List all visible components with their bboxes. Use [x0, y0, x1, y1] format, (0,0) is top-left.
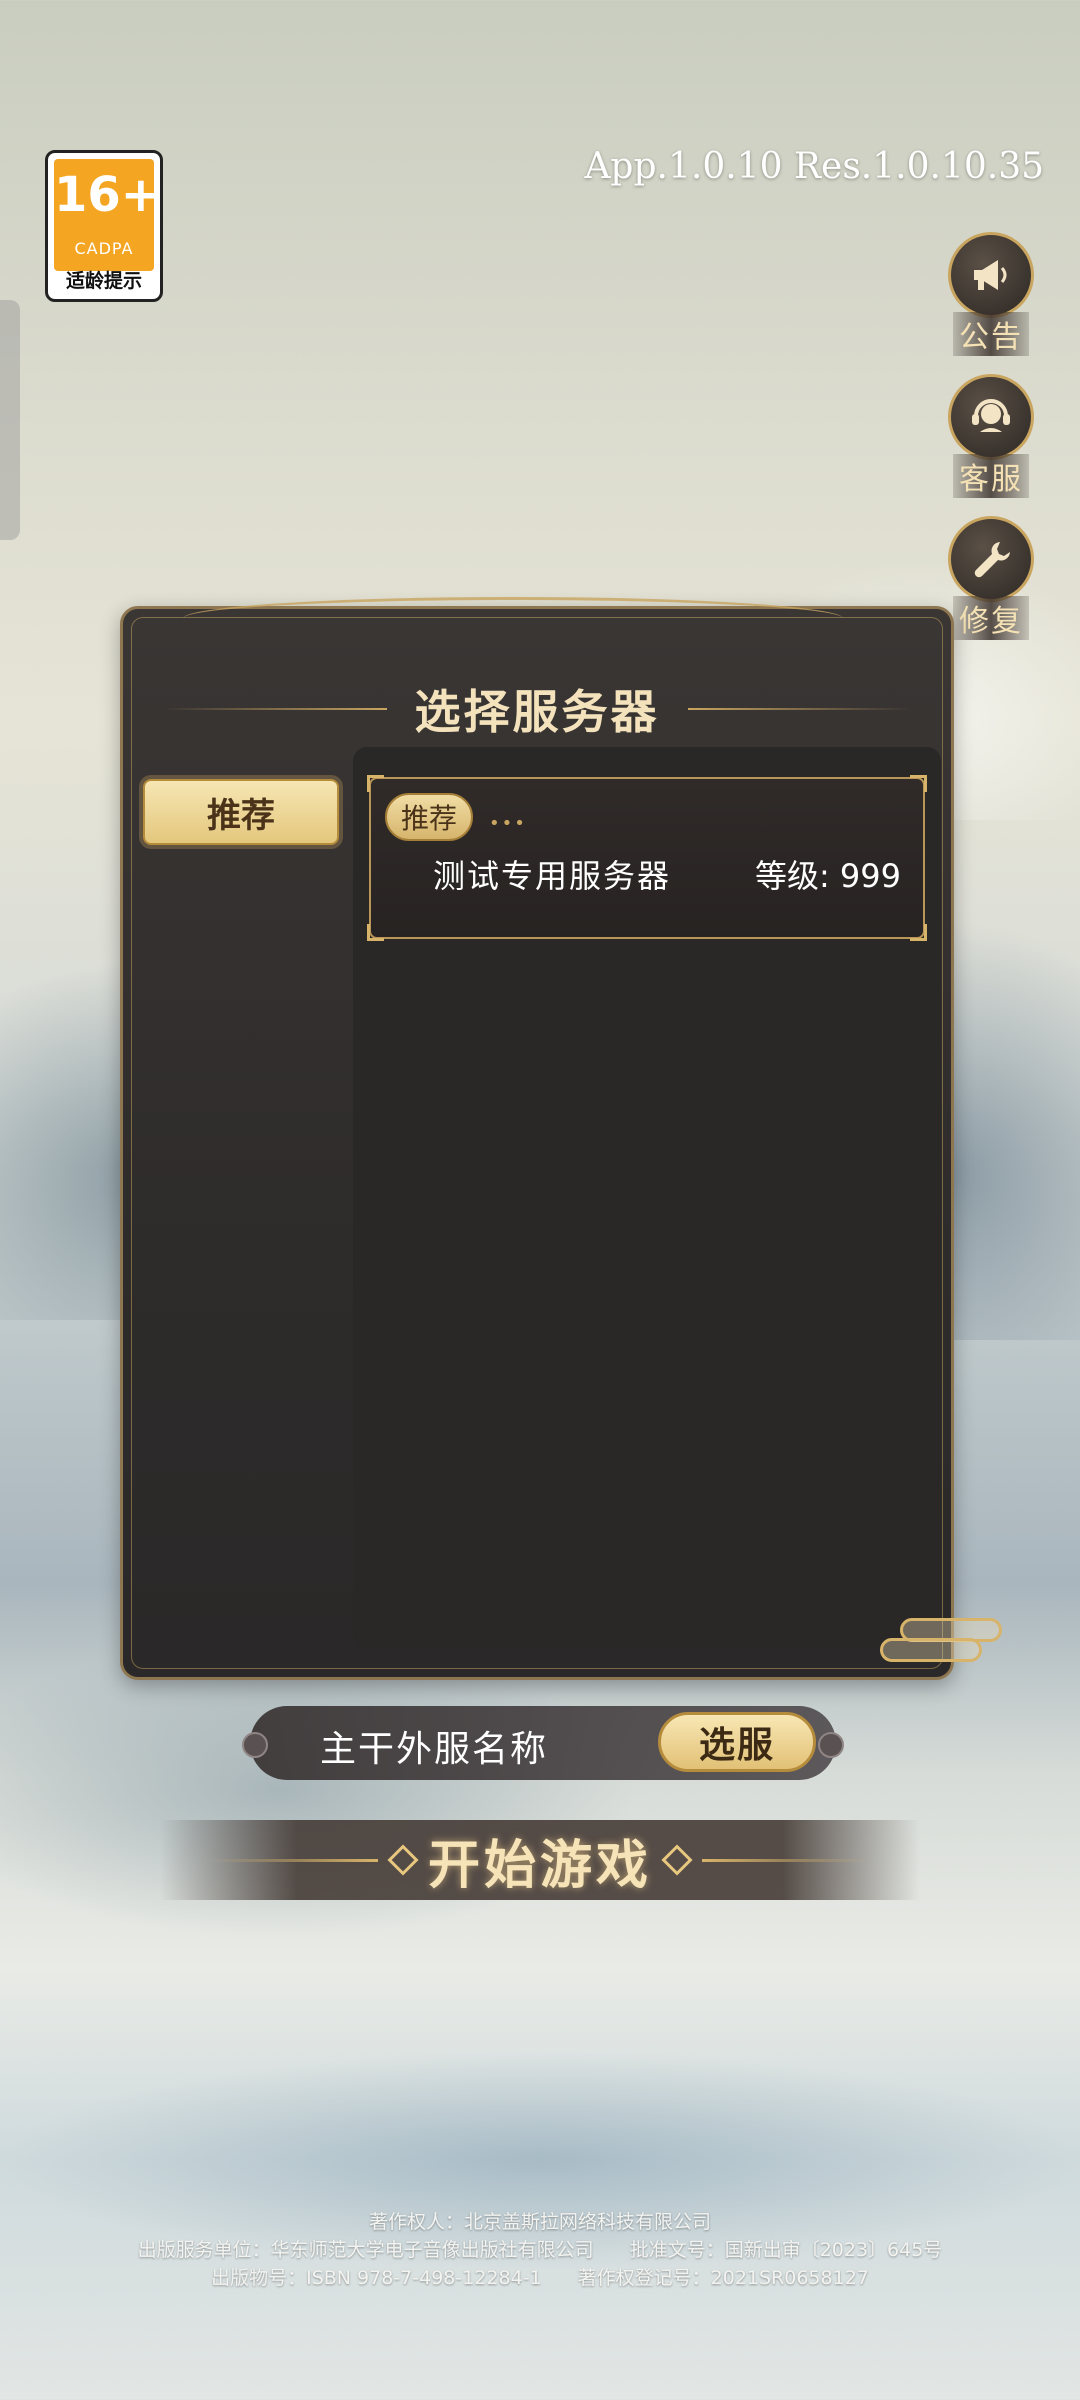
repair-button[interactable]: 修复 — [946, 516, 1036, 640]
server-list[interactable]: 推荐 ••• 测试专用服务器 等级: 999 — [353, 747, 941, 1647]
age-rating-badge[interactable]: 16+ CADPA 适龄提示 — [45, 150, 163, 302]
server-name: 测试专用服务器 — [433, 857, 672, 895]
tab-recommend[interactable]: 推荐 — [143, 779, 339, 845]
server-recommend-tag: 推荐 — [385, 793, 474, 841]
diamond-icon — [387, 1844, 419, 1876]
server-item[interactable]: 推荐 ••• 测试专用服务器 等级: 999 — [367, 775, 927, 941]
version-text: App.1.0.10 Res.1.0.10.35 — [584, 146, 1044, 187]
headset-icon — [948, 374, 1034, 460]
age-rating-box: 16+ CADPA — [54, 159, 162, 271]
server-level: 等级: 999 — [754, 857, 901, 895]
megaphone-icon — [948, 232, 1034, 318]
repair-label: 修复 — [953, 596, 1029, 640]
footer-line-2: 出版服务单位：华东师范大学电子音像出版社有限公司 批准文号：国新出审〔2023〕6… — [137, 2239, 943, 2261]
title-divider-right — [687, 708, 911, 710]
customer-service-button[interactable]: 客服 — [946, 374, 1036, 498]
start-line-left — [207, 1858, 378, 1862]
age-rating-number: 16+ — [54, 167, 162, 223]
start-line-right — [702, 1858, 872, 1862]
select-server-button[interactable]: 选服 — [658, 1712, 816, 1772]
copyright-footer: 著作权人：北京盖斯拉网络科技有限公司 出版服务单位：华东师范大学电子音像出版社有… — [0, 2208, 1080, 2292]
edge-handle[interactable] — [0, 300, 20, 540]
customer-service-label: 客服 — [953, 454, 1029, 498]
start-game-label: 开始游戏 — [427, 1834, 652, 1896]
age-rating-tip: 适龄提示 — [65, 270, 142, 292]
scroll-ornament — [880, 1616, 1002, 1676]
title-divider-left — [163, 708, 387, 710]
server-select-panel: 选择服务器 推荐 推荐 ••• 测试专用服务器 等级: 999 — [120, 597, 954, 1680]
bar-end-right — [818, 1732, 844, 1758]
age-rating-org: CADPA — [74, 239, 134, 258]
bar-end-left — [242, 1732, 268, 1758]
announcement-button[interactable]: 公告 — [946, 232, 1036, 356]
panel-ornament — [183, 597, 843, 640]
diamond-icon — [661, 1844, 693, 1876]
panel-title: 选择服务器 — [414, 685, 660, 739]
footer-line-3: 出版物号：ISBN 978-7-498-12284-1 著作权登记号：2021SR… — [211, 2267, 869, 2289]
wrench-icon — [948, 516, 1034, 602]
footer-line-1: 著作权人：北京盖斯拉网络科技有限公司 — [368, 2211, 711, 2233]
current-server-bar: 主干外服名称 选服 — [242, 1706, 844, 1780]
start-game-button[interactable]: 开始游戏 — [160, 1820, 920, 1900]
tag-dots-decoration: ••• — [489, 813, 527, 834]
announcement-label: 公告 — [953, 312, 1029, 356]
current-server-name: 主干外服名称 — [320, 1729, 549, 1770]
panel-title-row: 选择服务器 — [163, 669, 911, 749]
